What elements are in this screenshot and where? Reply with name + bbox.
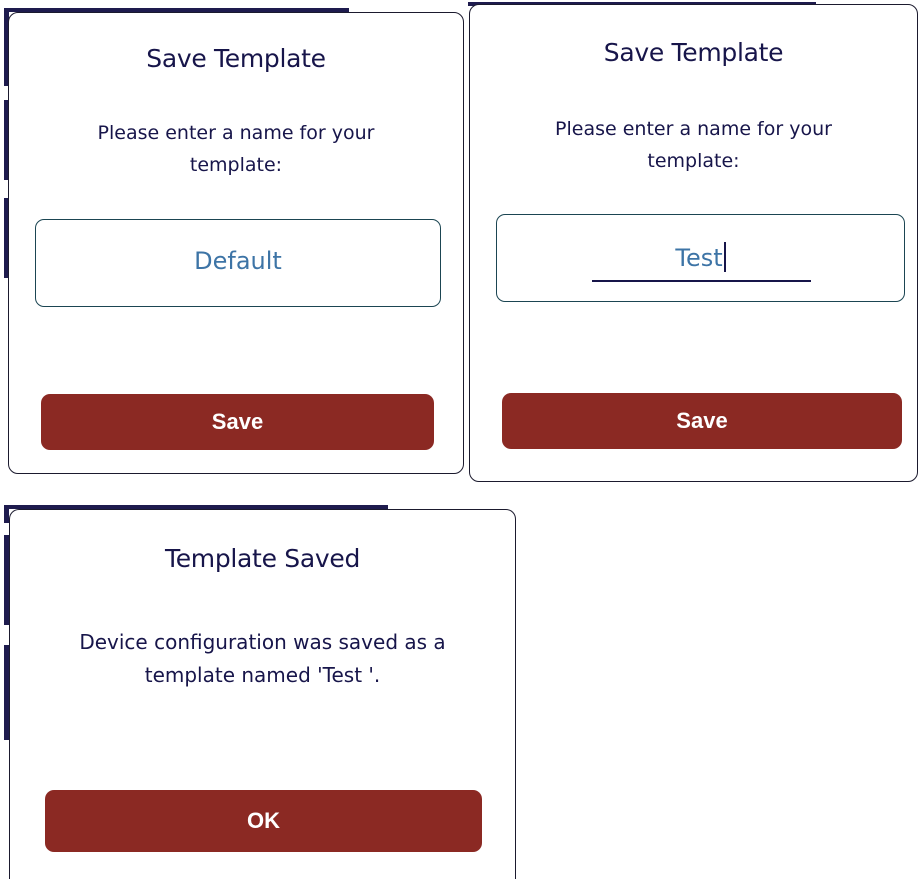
- text-input-underline: [592, 280, 811, 282]
- template-name-text: Test: [675, 244, 723, 272]
- template-name-value: Default: [194, 247, 282, 275]
- dialog-title: Save Template: [603, 38, 784, 67]
- text-cursor: [723, 242, 726, 272]
- template-saved-dialog: Template Saved Device configuration was …: [9, 509, 516, 879]
- save-template-dialog: Save Template Please enter a name for yo…: [8, 12, 464, 474]
- dialog-title: Template Saved: [164, 544, 361, 573]
- save-button[interactable]: Save: [41, 394, 434, 450]
- template-name-field[interactable]: Default: [35, 219, 441, 307]
- save-button[interactable]: Save: [502, 393, 902, 449]
- template-name-value: Test: [497, 242, 904, 272]
- template-name-field[interactable]: Test: [496, 214, 905, 302]
- dialog-message: Please enter a name for your template:: [555, 118, 832, 172]
- dialog-message: Device configuration was saved as a temp…: [79, 630, 446, 687]
- dialog-title: Save Template: [146, 44, 326, 73]
- dialog-message: Please enter a name for your template:: [97, 122, 375, 176]
- ok-button[interactable]: OK: [45, 790, 482, 852]
- save-template-dialog: Save Template Please enter a name for yo…: [469, 4, 918, 482]
